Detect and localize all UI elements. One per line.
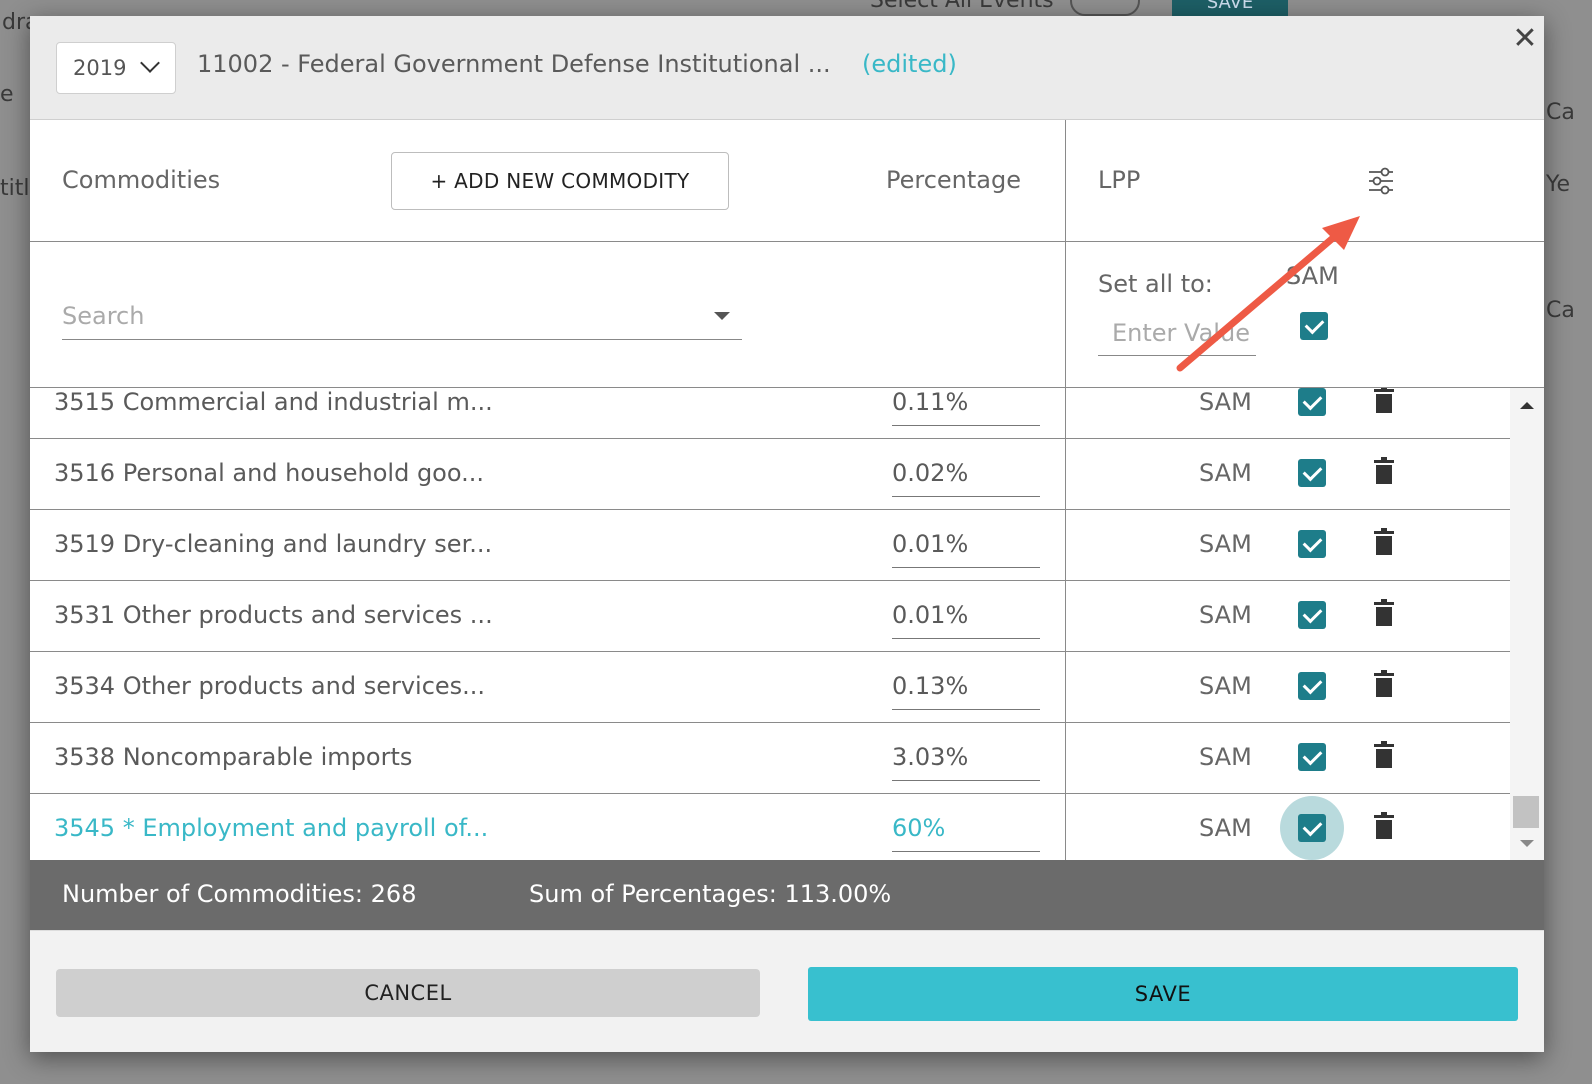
trash-icon[interactable] <box>1374 528 1394 556</box>
lpp-value: SAM <box>1199 814 1252 842</box>
cancel-button[interactable]: CANCEL <box>56 969 760 1017</box>
scroll-up-icon[interactable] <box>1520 402 1534 409</box>
commodity-name: 3519 Dry-cleaning and laundry ser... <box>54 530 493 558</box>
trash-icon[interactable] <box>1374 741 1394 769</box>
trash-icon[interactable] <box>1374 670 1394 698</box>
commodity-rows: 3515 Commercial and industrial m... 0.11… <box>30 388 1510 860</box>
dialog-title: 11002 - Federal Government Defense Insti… <box>197 50 831 78</box>
table-row: 3538 Noncomparable imports 3.03% SAM <box>30 723 1510 794</box>
chevron-down-icon <box>140 53 160 73</box>
table-row: 3531 Other products and services ... 0.0… <box>30 581 1510 652</box>
sam-checkbox[interactable] <box>1298 530 1326 558</box>
bg-side-label: e <box>0 82 14 107</box>
sam-checkbox[interactable] <box>1298 388 1326 416</box>
commodity-name: 3538 Noncomparable imports <box>54 743 413 771</box>
edited-indicator: (edited) <box>862 50 957 78</box>
summary-bar: Number of Commodities: 268 Sum of Percen… <box>30 860 1544 930</box>
sam-header: SAM <box>1286 262 1339 290</box>
commodity-name: 3515 Commercial and industrial m... <box>54 388 493 416</box>
save-button[interactable]: SAVE <box>808 967 1518 1021</box>
table-header: Commodities + ADD NEW COMMODITY Percenta… <box>30 120 1544 242</box>
table-row: 3534 Other products and services... 0.13… <box>30 652 1510 723</box>
percentage-input[interactable]: 0.01% <box>892 593 1040 639</box>
percentage-input[interactable]: 0.11% <box>892 388 1040 426</box>
table-row: 3516 Personal and household goo... 0.02%… <box>30 439 1510 510</box>
year-value: 2019 <box>73 56 127 80</box>
lpp-value: SAM <box>1199 459 1252 487</box>
percentage-input[interactable]: 0.01% <box>892 522 1040 568</box>
set-all-label: Set all to: <box>1098 270 1213 298</box>
dropdown-caret-icon[interactable] <box>714 312 730 320</box>
percentage-sum: Sum of Percentages: 113.00% <box>529 880 892 908</box>
trash-icon[interactable] <box>1374 388 1394 414</box>
percentage-input[interactable]: 0.02% <box>892 451 1040 497</box>
filter-row: Set all to: SAM <box>30 242 1544 388</box>
commodity-table: Commodities + ADD NEW COMMODITY Percenta… <box>30 120 1544 860</box>
scroll-thumb[interactable] <box>1513 796 1539 828</box>
trash-icon[interactable] <box>1374 812 1394 840</box>
bg-save-button: SAVE <box>1172 0 1288 16</box>
sam-all-checkbox[interactable] <box>1300 312 1328 340</box>
percentage-input[interactable]: 0.13% <box>892 664 1040 710</box>
commodity-dialog: 2019 11002 - Federal Government Defense … <box>30 16 1544 1052</box>
commodity-name: 3545 * Employment and payroll of... <box>54 814 489 842</box>
search-field <box>62 294 742 340</box>
set-all-input[interactable] <box>1098 310 1256 356</box>
search-input[interactable] <box>62 296 682 336</box>
commodity-name: 3516 Personal and household goo... <box>54 459 485 487</box>
table-row: 3515 Commercial and industrial m... 0.11… <box>30 388 1510 439</box>
lpp-value: SAM <box>1199 601 1252 629</box>
sam-checkbox[interactable] <box>1298 814 1326 842</box>
commodity-name: 3531 Other products and services ... <box>54 601 493 629</box>
sam-checkbox[interactable] <box>1298 743 1326 771</box>
percentage-input[interactable]: 3.03% <box>892 735 1040 781</box>
dialog-footer: CANCEL SAVE <box>30 930 1544 1052</box>
year-select[interactable]: 2019 <box>56 42 176 94</box>
lpp-value: SAM <box>1199 530 1252 558</box>
add-commodity-button[interactable]: + ADD NEW COMMODITY <box>391 152 729 210</box>
bg-side-label: Ye <box>1546 172 1571 197</box>
bg-side-label: Ca <box>1546 298 1575 323</box>
trash-icon[interactable] <box>1374 457 1394 485</box>
lpp-value: SAM <box>1199 672 1252 700</box>
bg-side-label: titl <box>0 176 30 201</box>
table-row-selected: 3545 * Employment and payroll of... 60% … <box>30 794 1510 860</box>
scroll-down-icon[interactable] <box>1520 840 1534 847</box>
dialog-header: 2019 11002 - Federal Government Defense … <box>30 16 1544 120</box>
lpp-value: SAM <box>1199 388 1252 416</box>
bg-side-label: Ca <box>1546 100 1575 125</box>
sam-checkbox[interactable] <box>1298 601 1326 629</box>
bg-select-all-label: Select All Events <box>870 0 1054 13</box>
bg-counter <box>1070 0 1140 16</box>
commodity-count: Number of Commodities: 268 <box>62 880 417 908</box>
trash-icon[interactable] <box>1374 599 1394 627</box>
sam-checkbox[interactable] <box>1298 672 1326 700</box>
sam-checkbox[interactable] <box>1298 459 1326 487</box>
percentage-input[interactable]: 60% <box>892 806 1040 852</box>
lpp-header: LPP <box>1098 166 1141 194</box>
table-scrollbar[interactable] <box>1510 388 1544 860</box>
sliders-icon[interactable] <box>1366 166 1396 196</box>
close-icon[interactable]: ✕ <box>1508 22 1542 56</box>
commodity-name: 3534 Other products and services... <box>54 672 486 700</box>
commodities-header: Commodities <box>62 166 221 194</box>
percentage-header: Percentage <box>886 166 1022 194</box>
lpp-value: SAM <box>1199 743 1252 771</box>
table-row: 3519 Dry-cleaning and laundry ser... 0.0… <box>30 510 1510 581</box>
